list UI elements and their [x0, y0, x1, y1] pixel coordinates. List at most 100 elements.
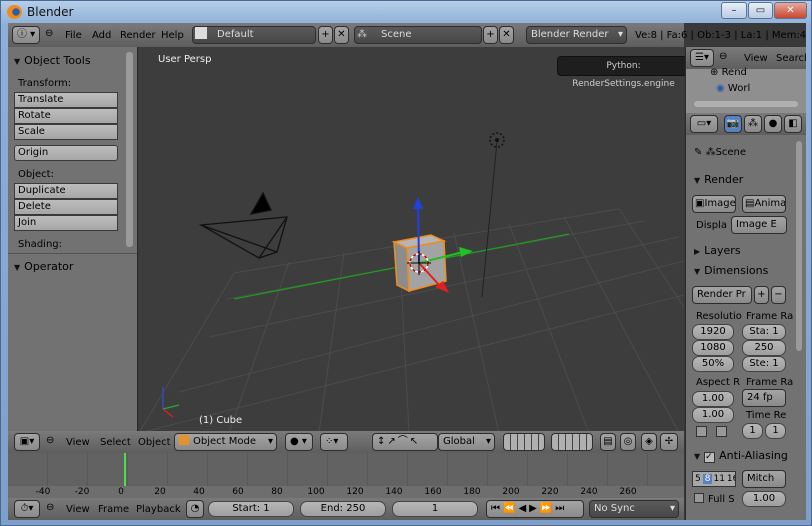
lock-layer-button[interactable]: ▤ [600, 433, 616, 451]
collapse-menu-icon[interactable]: ⊖ [46, 502, 54, 513]
snap-button[interactable]: ✢ [660, 433, 678, 451]
object-menu[interactable]: Object [138, 437, 171, 448]
screen-layout-selector[interactable]: Default [192, 26, 316, 44]
join-button[interactable]: Join [14, 215, 118, 231]
dimensions-panel-header[interactable]: ▼ Dimensions [694, 264, 768, 277]
playback-controls[interactable]: ⏮⏪◀▶⏩⏭ [486, 500, 584, 518]
anti-aliasing-panel-header[interactable]: ▼ ✓ Anti-Aliasing [694, 449, 788, 463]
resolution-percent-field[interactable]: 50% [692, 356, 734, 372]
display-selector[interactable]: Image E [731, 216, 787, 234]
frame-rate-selector[interactable]: 24 fp [742, 389, 786, 407]
menu-help[interactable]: Help [161, 30, 184, 41]
properties-scrollbar[interactable] [796, 141, 802, 351]
render-image-button[interactable]: ▣Image [692, 195, 736, 213]
object-context-tab[interactable]: ◧ [784, 115, 802, 133]
layer-buttons-b[interactable] [551, 433, 593, 451]
layers-panel-header[interactable]: ▶ Layers [694, 244, 741, 257]
pin-icon[interactable]: ✎ [694, 147, 706, 158]
menu-file[interactable]: File [65, 30, 82, 41]
editor-type-properties-button[interactable]: ▭▾ [690, 115, 718, 133]
preview-range-button[interactable]: ◔ [186, 500, 204, 518]
scale-button[interactable]: Scale [14, 124, 118, 140]
frame-start-field[interactable]: Sta: 1 [742, 324, 786, 340]
delete-button[interactable]: Delete [14, 199, 118, 215]
current-frame-indicator[interactable] [124, 453, 126, 486]
render-panel-header[interactable]: ▼ Render [694, 173, 743, 186]
aa-samples-8[interactable]: 8 [702, 474, 713, 484]
aa-samples-11[interactable]: 11 [712, 474, 725, 484]
duplicate-button[interactable]: Duplicate [14, 183, 118, 199]
delete-scene-button[interactable]: ✕ [499, 26, 514, 44]
aspect-x-field[interactable]: 1.00 [692, 391, 734, 407]
scene-context-tab[interactable]: ⁂ [744, 115, 762, 133]
object-tools-header[interactable]: ▼ Object Tools [14, 54, 91, 67]
editor-type-outliner-button[interactable]: ☰▾ [690, 49, 714, 67]
tool-shelf-scrollbar[interactable] [126, 52, 133, 247]
collapse-menu-icon[interactable]: ⊖ [46, 435, 54, 446]
anti-aliasing-checkbox[interactable]: ✓ [704, 452, 716, 463]
render-preset-selector[interactable]: Render Pr [692, 286, 752, 304]
render-preview-button[interactable]: ◎ [620, 433, 636, 451]
outliner-item-render[interactable]: ⊕ Rend [710, 67, 747, 78]
rotate-button[interactable]: Rotate [14, 108, 118, 124]
editor-type-3d-button[interactable]: ▣▾ [14, 433, 40, 451]
view-menu[interactable]: View [66, 504, 90, 515]
frame-end-field[interactable]: 250 [742, 340, 786, 356]
pivot-point-selector[interactable]: ⁘▾ [320, 433, 348, 451]
frame-step-field[interactable]: Ste: 1 [742, 356, 786, 372]
editor-type-timeline-button[interactable]: ⏱▾ [14, 500, 40, 518]
timeline[interactable]: -40 -20 0 20 40 60 80 100 120 140 160 180 200 220 240 2… [8, 453, 684, 505]
mode-selector[interactable]: Object Mode ▾ [174, 433, 277, 451]
render-context-tab[interactable]: 📷 [724, 115, 742, 133]
time-remap-old-field[interactable]: 1 [742, 423, 763, 439]
maximize-button[interactable]: ▭ [748, 2, 773, 19]
full-sample-option[interactable]: Full S [694, 493, 735, 505]
remove-preset-button[interactable]: − [771, 286, 786, 304]
origin-button[interactable]: Origin [14, 145, 118, 161]
full-sample-checkbox[interactable] [694, 493, 704, 503]
transform-orientation-selector[interactable]: Global ▾ [438, 433, 495, 451]
viewport-3d[interactable]: User Persp (1) Cube [139, 47, 684, 433]
start-frame-field[interactable]: Start: 1 [208, 501, 294, 517]
resolution-x-field[interactable]: 1920 [692, 324, 734, 340]
filter-size-field[interactable]: 1.00 [742, 491, 786, 507]
current-frame-field[interactable]: 1 [392, 501, 478, 517]
time-remap-new-field[interactable]: 1 [765, 423, 786, 439]
scene-selector[interactable]: ⁂ Scene [354, 26, 482, 44]
view-menu[interactable]: View [66, 437, 90, 448]
collapse-menu-icon[interactable]: ⊖ [45, 28, 53, 39]
menu-render[interactable]: Render [120, 30, 156, 41]
border-checkbox[interactable] [696, 426, 707, 437]
render-engine-selector[interactable]: Blender Render ▾ [526, 26, 627, 44]
viewport-shading-selector[interactable]: ● ▾ [285, 433, 313, 451]
playback-menu[interactable]: Playback [136, 504, 181, 515]
outliner-search-menu[interactable]: Search [776, 53, 806, 64]
world-context-tab[interactable]: ● [764, 115, 782, 133]
opengl-render-button[interactable]: ◈ [641, 433, 657, 451]
minimize-button[interactable]: – [721, 2, 747, 19]
select-menu[interactable]: Select [100, 437, 131, 448]
frame-menu[interactable]: Frame [98, 504, 129, 515]
aa-samples-5[interactable]: 5 [693, 474, 703, 484]
editor-type-info-button[interactable]: ⓘ ▾ [12, 26, 40, 44]
sync-mode-selector[interactable]: No Sync ▾ [589, 500, 679, 518]
layer-buttons-a[interactable] [503, 433, 545, 451]
translate-button[interactable]: Translate [14, 92, 118, 108]
aspect-y-field[interactable]: 1.00 [692, 407, 734, 423]
outliner-scrollbar[interactable] [694, 101, 798, 107]
manipulator-toggle[interactable]: ↕↗⌒↖ [372, 433, 438, 451]
add-preset-button[interactable]: + [754, 286, 769, 304]
add-scene-button[interactable]: + [483, 26, 498, 44]
crop-checkbox[interactable] [716, 426, 727, 437]
outliner-view-menu[interactable]: View [744, 53, 768, 64]
operator-header[interactable]: ▼ Operator [14, 260, 73, 273]
end-frame-field[interactable]: End: 250 [300, 501, 386, 517]
add-screen-button[interactable]: + [318, 26, 333, 44]
render-animation-button[interactable]: ▤Animatio [742, 195, 786, 213]
close-button[interactable]: ✕ [774, 2, 807, 19]
collapse-menu-icon[interactable]: ⊖ [719, 51, 727, 62]
delete-screen-button[interactable]: ✕ [334, 26, 349, 44]
menu-add[interactable]: Add [92, 30, 111, 41]
aa-filter-selector[interactable]: Mitch [742, 470, 786, 488]
outliner-item-world[interactable]: ◉ Worl [716, 83, 750, 94]
